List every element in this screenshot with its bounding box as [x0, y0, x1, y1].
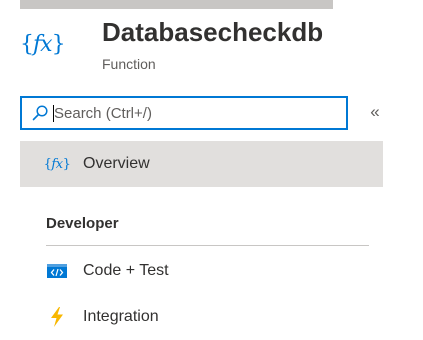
lightning-icon — [46, 307, 68, 327]
top-scroll-strip — [20, 0, 333, 9]
collapse-menu-button[interactable]: « — [366, 100, 384, 124]
search-input[interactable] — [54, 98, 340, 128]
search-icon — [32, 105, 48, 121]
function-fx-icon: {fx} — [20, 32, 66, 57]
section-divider — [46, 245, 369, 246]
page-header: {fx} Databasecheckdb Function — [20, 14, 410, 76]
section-header-developer: Developer — [46, 215, 119, 232]
sidebar-item-code-test[interactable]: Code + Test — [20, 248, 383, 294]
function-fx-icon: {fx} — [43, 156, 71, 172]
search-box[interactable] — [20, 96, 348, 130]
sidebar-item-label: Integration — [83, 308, 159, 325]
sidebar-item-integration[interactable]: Integration — [20, 294, 383, 340]
sidebar-item-overview[interactable]: {fx} Overview — [20, 141, 383, 187]
sidebar-item-label: Code + Test — [83, 262, 169, 279]
code-icon — [46, 264, 68, 278]
search-row: « — [20, 96, 383, 130]
page-title: Databasecheckdb — [102, 17, 324, 47]
page-subtitle: Function — [102, 56, 156, 72]
sidebar-item-label: Overview — [83, 155, 150, 172]
